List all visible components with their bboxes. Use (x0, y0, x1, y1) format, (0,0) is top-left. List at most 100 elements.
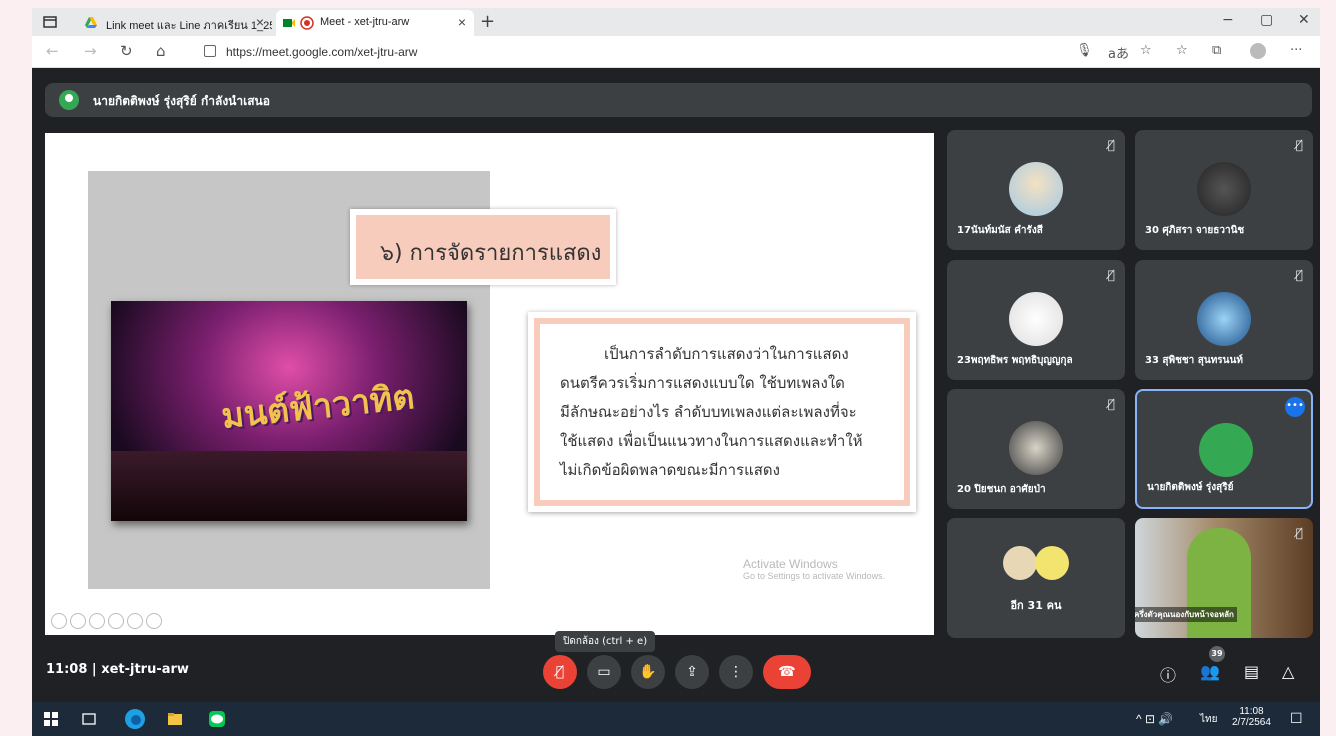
close-window-button[interactable]: ✕ (1298, 12, 1310, 28)
participant-name: นายกิตติพงษ์ รุ่งสุริย์ (1147, 482, 1234, 493)
minimize-button[interactable]: − (1222, 12, 1234, 28)
mic-muted-icon: 🎙̸ (1295, 526, 1303, 540)
slide-controls (51, 613, 165, 633)
participant-tile[interactable]: 🎙̸ 20 ปิยชนก อาศัยป่า (947, 389, 1125, 509)
avatar (1009, 421, 1063, 475)
mic-muted-icon: 🎙̸ (1295, 138, 1303, 152)
participant-name: 30 ศุภิสรา จายธวานิช (1145, 225, 1245, 236)
tab-title: Meet - xet-jtru-arw (320, 16, 410, 28)
activate-sub: Go to Settings to activate Windows. (743, 571, 886, 581)
windows-start-icon[interactable] (42, 710, 60, 728)
next-slide-icon[interactable] (70, 613, 86, 629)
new-tab-button[interactable]: + (480, 11, 495, 32)
system-clock[interactable]: 11:08 2/7/2564 (1232, 706, 1271, 728)
self-view-caption: ครึ่งตัวคุณนองกับหน้าจอหลัก (1135, 607, 1237, 622)
photo-logo: มนต์ฟ้าวาทิต (219, 376, 417, 438)
end-call-button[interactable]: ☎ (763, 655, 811, 689)
url-field[interactable]: https://meet.google.com/xet-jtru-arw (196, 40, 1096, 64)
participant-tile[interactable]: 🎙̸ 30 ศุภิสรา จายธวานิช (1135, 130, 1313, 250)
slide-paragraph-line: เป็นการลำดับการแสดงว่าในการแสดง (604, 345, 849, 363)
chat-icon[interactable]: ▤ (1244, 662, 1259, 681)
meeting-code: xet-jtru-arw (101, 662, 189, 677)
mic-muted-icon: 🎙̸ (1107, 268, 1115, 282)
forward-icon[interactable]: → (84, 42, 97, 60)
info-icon[interactable]: ⓘ (1160, 662, 1176, 686)
avatar (59, 90, 79, 110)
avatar (1035, 546, 1069, 580)
more-options-icon[interactable]: ••• (1285, 397, 1305, 417)
participant-tile[interactable]: 🎙̸ 17นันท์มนัส คำรังสี (947, 130, 1125, 250)
more-participants-tile[interactable]: อีก 31 คน (947, 518, 1125, 638)
notification-icon[interactable]: ☐ (1290, 710, 1303, 727)
url-text: https://meet.google.com/xet-jtru-arw (226, 45, 418, 59)
avatar (1003, 546, 1037, 580)
read-aloud-icon[interactable]: aあ (1108, 43, 1129, 62)
meet-icon (283, 19, 295, 27)
tab-drive[interactable]: Link meet และ Line ภาคเรียน 1_25( × (74, 10, 272, 36)
language-indicator[interactable]: ไทย (1200, 712, 1217, 727)
line-app-icon[interactable] (208, 710, 226, 728)
mic-muted-icon: 🎙̸ (1107, 397, 1115, 411)
avatar (1009, 292, 1063, 346)
presenter-text: นายกิตติพงษ์ รุ่งสุริย์ กำลังนำเสนอ (93, 94, 270, 108)
mic-toggle-button[interactable]: 🎙̸ (543, 655, 577, 689)
slide-paragraph-line: ใช้แสดง เพื่อเป็นแนวทางในการแสดงและทำให้ (560, 432, 863, 450)
people-icon[interactable]: 👥 (1200, 662, 1220, 681)
windows-taskbar: ^ ⊡ 🔊 ไทย 11:08 2/7/2564 ☐ (32, 702, 1320, 736)
more-options-button[interactable]: ⋮ (719, 655, 753, 689)
more-menu-icon[interactable]: ··· (1290, 43, 1302, 58)
present-button[interactable]: ⇪ (675, 655, 709, 689)
address-bar: ← → ↻ ⌂ https://meet.google.com/xet-jtru… (32, 36, 1320, 68)
browser-window: Link meet และ Line ภาคเรียน 1_25( × Meet… (32, 8, 1320, 736)
prev-slide-icon[interactable] (51, 613, 67, 629)
collections-icon[interactable]: ⧉ (1212, 43, 1221, 58)
tab-close-button[interactable]: × (256, 14, 264, 30)
tab-meet[interactable]: Meet - xet-jtru-arw × (276, 10, 474, 36)
file-explorer-icon[interactable] (166, 710, 184, 728)
avatar (1199, 423, 1253, 477)
slide-paragraph-line: ดนตรีควรเริ่มการแสดงแบบใด ใช้บทเพลงใด (560, 374, 845, 392)
profile-avatar[interactable] (1250, 43, 1266, 59)
maximize-button[interactable]: ▢ (1260, 12, 1273, 28)
concert-photo: มนต์ฟ้าวาทิต (111, 301, 467, 521)
participant-tile[interactable]: 🎙̸ 33 สุพิชชา สุนทรนนท์ (1135, 260, 1313, 380)
slide-title: ๖) การจัดรายการแสดง (356, 215, 610, 279)
participant-name: 17นันท์มนัส คำรังสี (957, 225, 1043, 236)
presenter-banner: นายกิตติพงษ์ รุ่งสุริย์ กำลังนำเสนอ (45, 83, 1312, 117)
activate-windows-watermark: Activate Windows Go to Settings to activ… (743, 557, 885, 581)
tab-close-button[interactable]: × (458, 14, 466, 30)
avatar (1009, 162, 1063, 216)
participant-tile[interactable]: 🎙̸ 23พฤทธิพร พฤทธิบุญญกุล (947, 260, 1125, 380)
stage (111, 451, 467, 521)
drive-icon (85, 17, 97, 28)
home-icon[interactable]: ⌂ (156, 42, 166, 60)
clock-time: 11:08 (1239, 706, 1264, 717)
mic-muted-icon: 🎙̸ (1107, 138, 1115, 152)
slide-title-box: ๖) การจัดรายการแสดง (350, 209, 616, 285)
activities-icon[interactable]: △ (1282, 662, 1294, 681)
slide-paragraph-line: มีลักษณะอย่างไร ลำดับบทเพลงแต่ละเพลงที่จ… (560, 403, 857, 421)
tab-bar: Link meet และ Line ภาคเรียน 1_25( × Meet… (32, 8, 1320, 36)
raise-hand-button[interactable]: ✋ (631, 655, 665, 689)
zoom-icon[interactable] (127, 613, 143, 629)
participant-name: 33 สุพิชชา สุนทรนนท์ (1145, 355, 1243, 366)
more-participants-label: อีก 31 คน (1010, 599, 1062, 612)
task-view-icon[interactable] (80, 710, 98, 728)
meeting-controls-bar: 11:08 | xet-jtru-arw 🎙̸ ▭ ✋ ⇪ ⋮ ☎ ⓘ 👥 39… (32, 646, 1320, 700)
favorite-add-icon[interactable]: ☆ (1140, 43, 1152, 58)
avatar (1197, 162, 1251, 216)
self-view-tile[interactable]: 🎙̸ ครึ่งตัวคุณนองกับหน้าจอหลัก (1135, 518, 1313, 638)
camera-toggle-button[interactable]: ▭ (587, 655, 621, 689)
tab-actions-icon[interactable] (42, 14, 58, 30)
back-icon[interactable]: ← (46, 42, 59, 60)
edge-icon[interactable] (124, 708, 146, 730)
pen-icon[interactable] (89, 613, 105, 629)
participant-tile-active-speaker[interactable]: ••• นายกิตติพงษ์ รุ่งสุริย์ (1135, 389, 1313, 509)
mic-permission-icon[interactable]: 🎙 (1076, 43, 1093, 58)
slides-icon[interactable] (108, 613, 124, 629)
favorites-icon[interactable]: ☆ (1176, 43, 1188, 58)
avatar (1197, 292, 1251, 346)
tray-icons[interactable]: ^ ⊡ 🔊 (1136, 712, 1173, 726)
more-icon[interactable] (146, 613, 162, 629)
refresh-icon[interactable]: ↻ (120, 42, 133, 60)
